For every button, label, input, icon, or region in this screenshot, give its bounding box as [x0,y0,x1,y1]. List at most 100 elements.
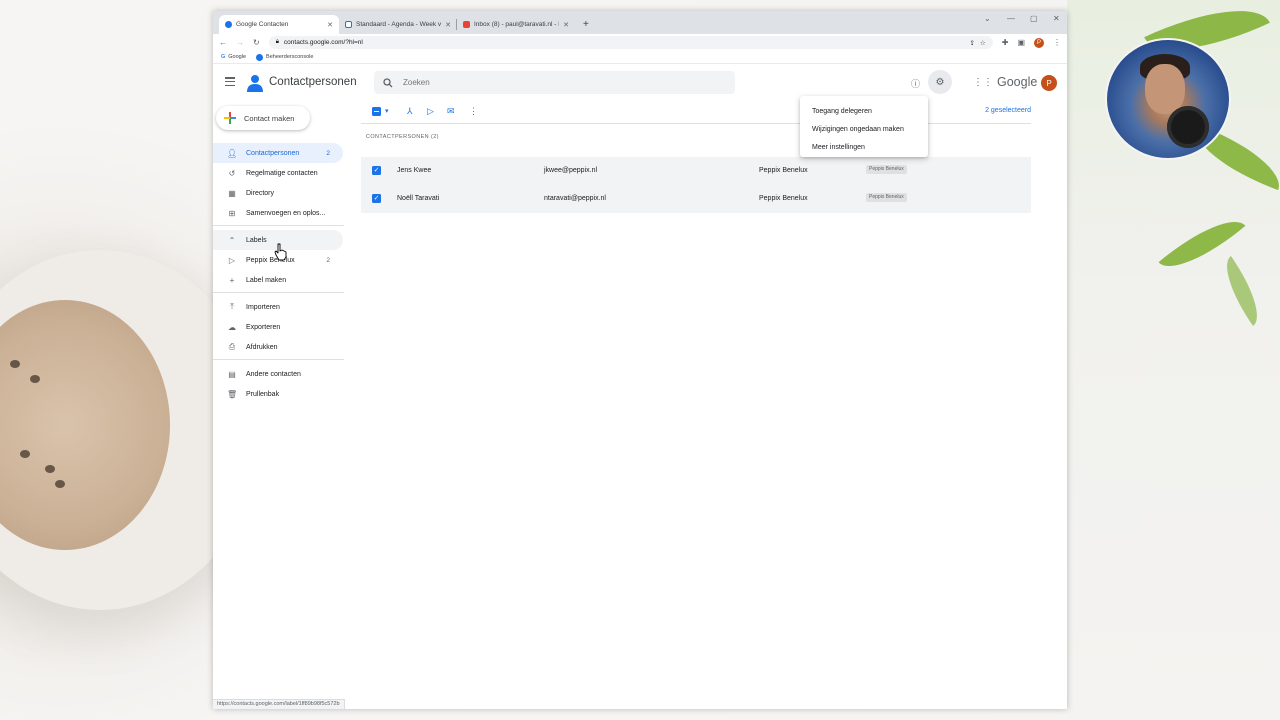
merge-icon: ⊞ [228,208,236,218]
status-bar-url: https://contacts.google.com/label/1ff89b… [213,699,345,709]
account-avatar[interactable]: P [1041,75,1057,91]
google-wordmark: Google [997,75,1038,89]
plus-icon: + [229,275,235,285]
browser-menu-icon[interactable]: ⋮ [1053,38,1061,47]
selection-toolbar: ▾ ⅄ ▷ ✉ ⋮ 2 geselecteerd [361,100,1031,124]
bookmarks-bar: G Google Beheerdersconsole [213,51,1067,64]
tab-inbox[interactable]: Inbox (8) - paul@taravati.nl - M... ✕ [457,15,575,34]
tab-agenda[interactable]: Standaard - Agenda - Week van ✕ [339,15,457,34]
gear-icon: ⚙ [935,76,945,88]
search-input[interactable] [403,78,703,87]
coffee-bean [55,480,65,488]
lock-icon: 🔒︎ [275,39,279,45]
history-icon: ↺ [228,168,236,178]
merge-contacts-icon[interactable]: ⅄ [407,106,413,117]
bookmark-star-icon[interactable]: ☆ [980,39,986,47]
sidebar-item-trash[interactable]: 🗑︎ Prullenbak [213,384,343,404]
gmail-favicon-icon [463,21,470,28]
label-manage-icon[interactable]: ▷ [427,106,434,117]
admin-console-icon [256,53,264,61]
contact-label-chip[interactable]: Peppix Benelux [866,193,907,202]
select-dropdown-icon[interactable]: ▾ [385,107,389,115]
select-all-checkbox[interactable] [372,106,381,117]
domain-icon: ▦ [228,188,236,198]
new-tab-button[interactable]: + [577,15,595,34]
settings-button[interactable]: ⚙ [928,70,952,94]
selected-count: 2 geselecteerd [985,107,1031,114]
table-row[interactable]: ✓ Jens Kwee jkwee@peppix.nl Peppix Benel… [361,157,1031,185]
menu-item-more-settings[interactable]: Meer instellingen [800,138,928,156]
sidebar-item-frequent[interactable]: ↺ Regelmatige contacten [213,163,343,183]
contact-company: Peppix Benelux [759,195,808,202]
sidebar-item-print[interactable]: ⎙ Afdrukken [213,337,343,357]
contacts-favicon-icon [225,21,232,28]
sidebar-item-other-contacts[interactable]: ▤ Andere contacten [213,364,343,384]
sidebar-item-import[interactable]: ⤒ Importeren [213,297,343,317]
sidebar-divider [213,292,344,293]
close-tab-icon[interactable]: ✕ [327,21,333,29]
contact-email: ntaravati@peppix.nl [544,195,606,202]
help-icon[interactable]: ⓘ [911,77,920,90]
chevron-up-icon: ⌃ [228,235,236,245]
back-icon[interactable]: ← [219,38,227,47]
coffee-bean [45,465,55,473]
profile-avatar-icon[interactable]: P [1034,37,1044,48]
trash-icon: 🗑︎ [227,389,238,399]
reload-icon[interactable]: ↻ [253,38,260,47]
maximize-icon[interactable]: ▢ [1030,14,1038,23]
row-checkbox[interactable]: ✓ [372,166,381,175]
contact-email: jkwee@peppix.nl [544,167,598,174]
sidebar-item-export[interactable]: ☁ Exporteren [213,317,343,337]
sidebar-item-contacts[interactable]: 👤︎ Contactpersonen 2 [213,143,343,163]
tab-strip: Google Contacten ✕ Standaard - Agenda - … [213,11,1067,34]
sidebar-item-directory[interactable]: ▦ Directory [213,183,343,203]
close-tab-icon[interactable]: ✕ [445,21,451,29]
extensions-icon[interactable]: ✚ [1002,38,1009,47]
table-row[interactable]: ✓ Noëll Taravati ntaravati@peppix.nl Pep… [361,185,1031,213]
create-contact-button[interactable]: Contact maken [216,106,310,130]
close-window-icon[interactable]: ✕ [1053,14,1060,23]
forward-icon[interactable]: → [236,38,244,47]
tab-search-icon[interactable]: ⌄ [984,14,991,23]
contact-name: Jens Kwee [397,167,432,174]
presenter-face [1145,64,1185,114]
app-header: Contactpersonen ⓘ ⚙ ⋮⋮ Google P [213,66,1067,100]
microphone [1167,106,1209,148]
webcam-overlay [1105,38,1231,160]
close-tab-icon[interactable]: ✕ [563,21,569,29]
sidebar-item-create-label[interactable]: + Label maken [213,270,343,290]
send-email-icon[interactable]: ✉ [447,106,455,117]
upload-icon: ⤒ [230,302,234,311]
more-actions-icon[interactable]: ⋮ [469,106,478,117]
cloud-download-icon: ☁ [228,322,236,332]
person-icon: 👤︎ [227,148,238,158]
sidebar-divider [213,359,344,360]
apps-grid-icon[interactable]: ⋮⋮ [973,77,993,88]
minimize-icon[interactable]: — [1007,14,1015,23]
plant-leaf [1212,256,1272,326]
address-bar-row: ← → ↻ 🔒︎ contacts.google.com/?hl=nl ⇪ ☆ … [213,34,1067,51]
archive-icon: ▤ [228,369,236,379]
plus-multicolor-icon [224,112,236,124]
sidebar-item-merge[interactable]: ⊞ Samenvoegen en oplos... [213,203,343,223]
contacts-logo-icon [247,75,263,92]
sidebar-icon[interactable]: ▣ [1017,38,1025,47]
coffee-bean [20,450,30,458]
share-icon[interactable]: ⇪ [969,39,974,47]
app-title: Contactpersonen [269,76,357,88]
row-checkbox[interactable]: ✓ [372,194,381,203]
menu-item-delegate-access[interactable]: Toegang delegeren [800,102,928,120]
main-menu-icon[interactable] [225,77,235,87]
calendar-favicon-icon [345,21,352,28]
bookmark-google[interactable]: G Google [221,54,246,60]
google-g-icon: G [221,54,226,60]
settings-menu: Toegang delegeren Wijzigingen ongedaan m… [800,96,928,157]
url-field[interactable]: 🔒︎ contacts.google.com/?hl=nl ⇪ ☆ [268,36,993,49]
contact-label-chip[interactable]: Peppix Benelux [866,165,907,174]
search-bar[interactable] [374,71,735,94]
tab-google-contacten[interactable]: Google Contacten ✕ [219,15,339,34]
menu-item-undo-changes[interactable]: Wijzigingen ongedaan maken [800,120,928,138]
hand-cursor-icon [274,243,287,261]
bookmark-admin-console[interactable]: Beheerdersconsole [256,53,313,61]
contacts-section-label: CONTACTPERSONEN (2) [366,134,439,140]
